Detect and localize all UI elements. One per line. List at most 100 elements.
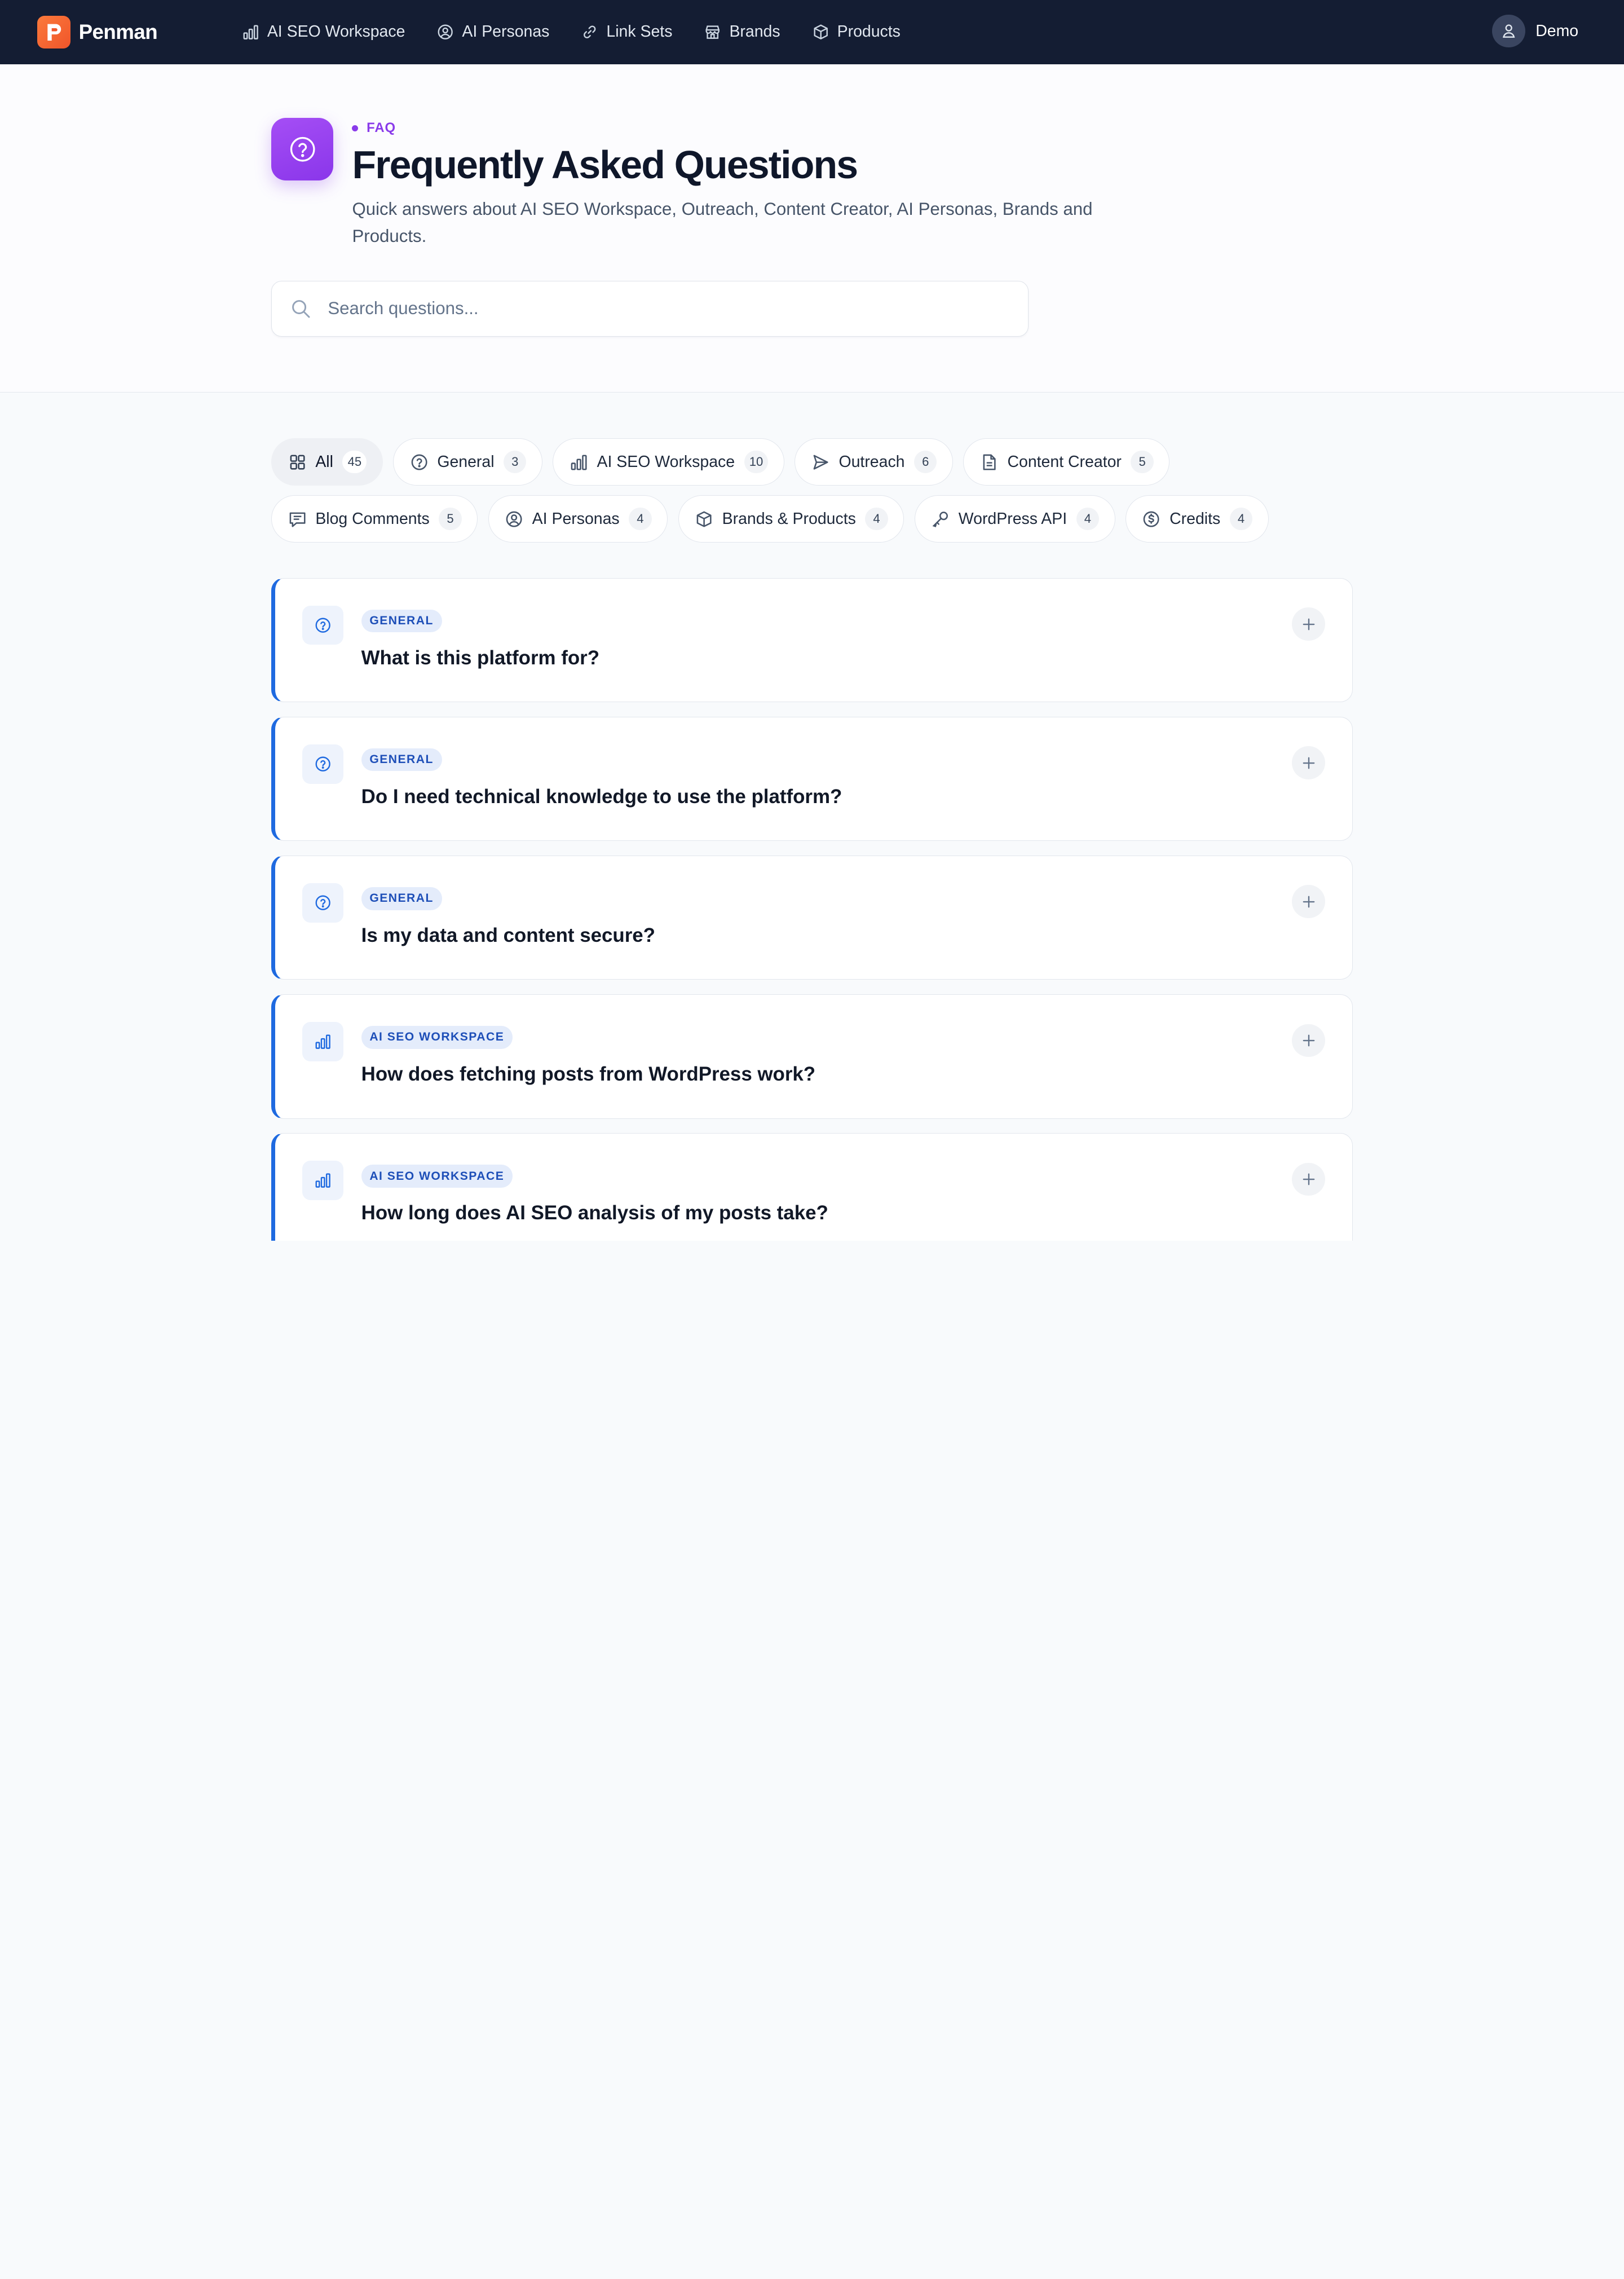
nav-link-label: AI Personas xyxy=(462,23,550,41)
filter-count: 4 xyxy=(629,507,652,531)
filter-chip-credits[interactable]: Credits 4 xyxy=(1126,495,1269,543)
nav-link-link-sets[interactable]: Link Sets xyxy=(581,23,672,41)
expand-button[interactable] xyxy=(1292,885,1325,919)
faq-hero: FAQ Frequently Asked Questions Quick ans… xyxy=(0,64,1624,393)
search-box[interactable] xyxy=(271,280,1029,337)
filter-label: All xyxy=(315,452,333,471)
filter-chip-outreach[interactable]: Outreach 6 xyxy=(795,438,953,486)
page-subtitle: Quick answers about AI SEO Workspace, Ou… xyxy=(352,199,1093,246)
nav-link-ai-seo-workspace[interactable]: AI SEO Workspace xyxy=(242,23,405,41)
help-circle-icon xyxy=(411,454,427,470)
bar-chart-icon xyxy=(243,25,258,40)
category-badge: AI SEO WORKSPACE xyxy=(361,1026,513,1049)
filter-count: 10 xyxy=(744,450,769,474)
filter-count: 6 xyxy=(914,450,937,474)
eyebrow-dot xyxy=(352,125,359,131)
filter-chip-ai-seo-workspace[interactable]: AI SEO Workspace 10 xyxy=(553,438,784,486)
help-circle-icon xyxy=(302,744,344,784)
page: Penman AI SEO Workspace AI Personas Link… xyxy=(0,0,1624,1241)
expand-button[interactable] xyxy=(1292,1162,1325,1196)
filter-count: 45 xyxy=(342,450,367,474)
faq-item[interactable]: AI SEO WORKSPACE How long does AI SEO an… xyxy=(271,1133,1353,1241)
page-title: Frequently Asked Questions xyxy=(352,143,858,187)
nav-link-label: Products xyxy=(837,23,901,41)
faq-list: GENERAL What is this platform for? GENER… xyxy=(271,578,1353,1241)
dollar-circle-icon xyxy=(1144,511,1159,527)
plus-icon xyxy=(1303,618,1314,631)
filter-count: 4 xyxy=(1229,507,1253,531)
faq-question: What is this platform for? xyxy=(361,647,600,669)
user-circle-icon xyxy=(438,24,453,40)
faq-item[interactable]: GENERAL What is this platform for? xyxy=(271,578,1353,703)
bar-chart-icon xyxy=(302,1161,344,1200)
brand[interactable]: Penman xyxy=(37,15,242,49)
filter-count: 5 xyxy=(1131,450,1154,474)
faq-item[interactable]: GENERAL Do I need technical knowledge to… xyxy=(271,716,1353,841)
user-circle-icon xyxy=(506,511,522,527)
plus-icon xyxy=(1303,1173,1314,1185)
expand-button[interactable] xyxy=(1292,607,1325,641)
category-badge: GENERAL xyxy=(361,748,442,772)
plus-icon xyxy=(1303,896,1314,908)
filter-label: AI SEO Workspace xyxy=(597,452,735,471)
faq-item[interactable]: AI SEO WORKSPACE How does fetching posts… xyxy=(271,994,1353,1119)
faq-item[interactable]: GENERAL Is my data and content secure? xyxy=(271,856,1353,980)
category-badge: GENERAL xyxy=(361,887,442,910)
filter-chip-content-creator[interactable]: Content Creator 5 xyxy=(963,438,1170,486)
filter-label: Outreach xyxy=(839,452,905,471)
hero-text: FAQ Frequently Asked Questions Quick ans… xyxy=(352,120,1097,249)
faq-question: Do I need technical knowledge to use the… xyxy=(361,786,842,808)
nav-link-ai-personas[interactable]: AI Personas xyxy=(437,23,549,41)
bar-chart-icon xyxy=(302,1021,344,1061)
nav-link-brands[interactable]: Brands xyxy=(704,23,780,41)
filter-chip-brands-products[interactable]: Brands & Products 4 xyxy=(678,495,904,543)
help-circle-icon xyxy=(271,118,334,180)
eyebrow: FAQ xyxy=(352,120,1097,136)
user-menu[interactable]: Demo xyxy=(1492,14,1579,48)
help-circle-icon xyxy=(302,605,344,645)
nav-link-label: Link Sets xyxy=(606,23,673,41)
bar-chart-icon xyxy=(571,455,587,470)
brand-name: Penman xyxy=(78,20,158,43)
filter-label: AI Personas xyxy=(532,509,620,528)
filter-label: Content Creator xyxy=(1007,452,1122,471)
filter-label: WordPress API xyxy=(958,509,1067,528)
document-icon xyxy=(983,454,996,470)
grid-icon xyxy=(290,455,305,470)
category-badge: AI SEO WORKSPACE xyxy=(361,1165,513,1188)
top-navbar: Penman AI SEO Workspace AI Personas Link… xyxy=(0,0,1624,64)
faq-question: Is my data and content secure? xyxy=(361,924,655,947)
filter-chip-blog-comments[interactable]: Blog Comments 5 xyxy=(271,495,478,543)
filter-chip-ai-personas[interactable]: AI Personas 4 xyxy=(488,495,668,543)
faq-question: How does fetching posts from WordPress w… xyxy=(361,1063,816,1086)
filter-chip-general[interactable]: General 3 xyxy=(393,438,543,486)
faq-question: How long does AI SEO analysis of my post… xyxy=(361,1202,828,1224)
main-nav: AI SEO Workspace AI Personas Link Sets B… xyxy=(242,23,901,41)
category-filters: All 45 General 3 AI SEO Workspace 10 Out… xyxy=(271,438,1359,543)
filter-label: Credits xyxy=(1170,509,1221,528)
user-icon xyxy=(1502,24,1515,38)
filter-count: 4 xyxy=(1076,507,1100,531)
filter-label: Blog Comments xyxy=(315,509,430,528)
plus-icon xyxy=(1303,1034,1314,1047)
eyebrow-label: FAQ xyxy=(367,120,396,136)
filter-chip-wordpress-api[interactable]: WordPress API 4 xyxy=(914,495,1115,543)
send-icon xyxy=(813,455,828,470)
category-badge: GENERAL xyxy=(361,609,442,633)
box-icon xyxy=(814,24,828,40)
filter-chip-all[interactable]: All 45 xyxy=(271,438,383,486)
expand-button[interactable] xyxy=(1292,746,1325,780)
filter-count: 4 xyxy=(865,507,888,531)
user-name: Demo xyxy=(1535,21,1579,40)
nav-link-products[interactable]: Products xyxy=(813,23,901,41)
filter-count: 5 xyxy=(439,507,462,531)
box-icon xyxy=(696,511,712,527)
plus-icon xyxy=(1303,757,1314,769)
filter-count: 3 xyxy=(504,450,527,474)
penman-logo-icon xyxy=(37,15,70,49)
expand-button[interactable] xyxy=(1292,1024,1325,1057)
search-input[interactable] xyxy=(328,298,991,319)
comment-icon xyxy=(289,512,306,527)
store-icon xyxy=(705,25,720,39)
nav-link-label: Brands xyxy=(729,23,780,41)
